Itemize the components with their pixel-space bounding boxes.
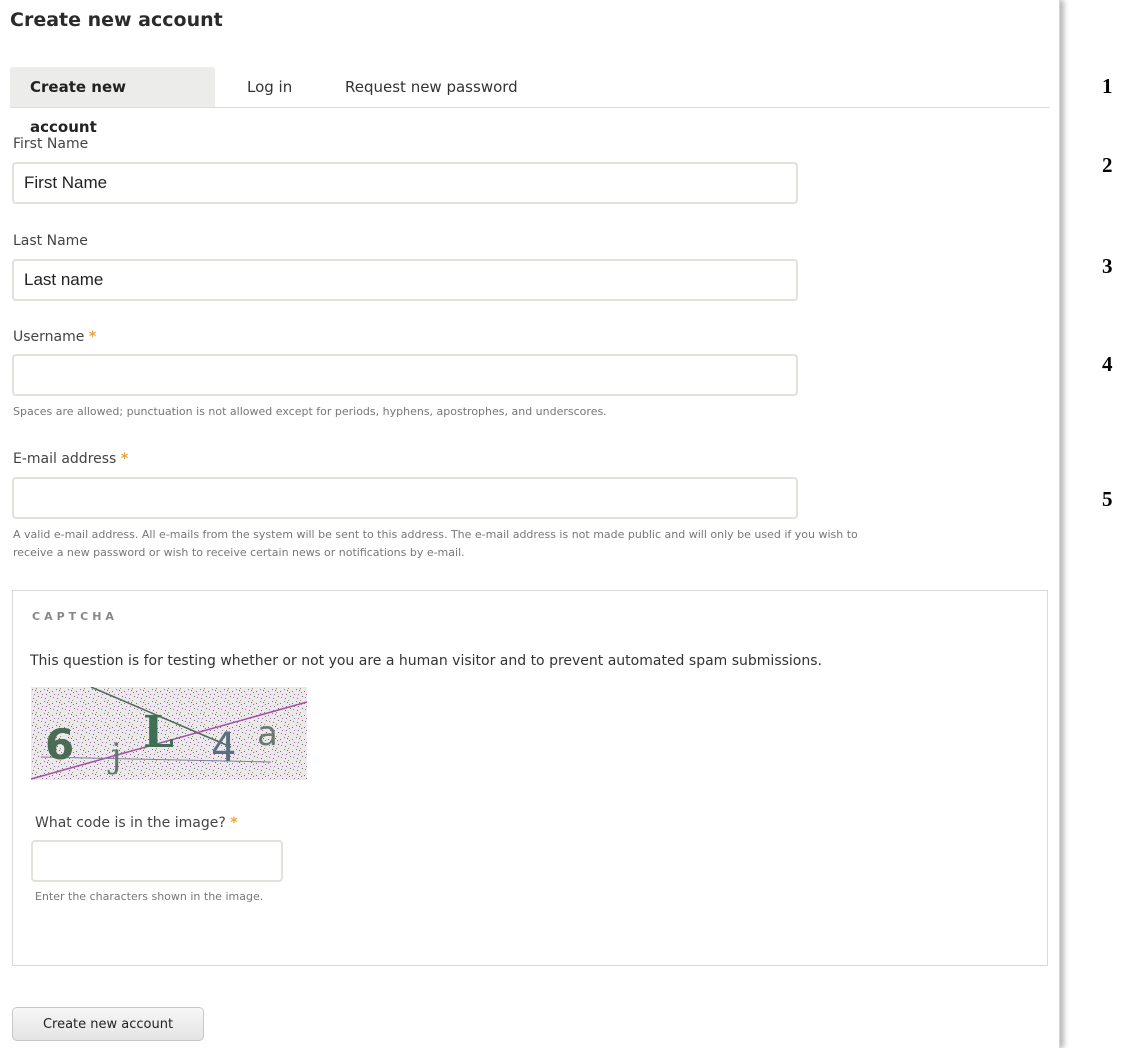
last-name-field[interactable] — [12, 259, 798, 301]
email-field[interactable] — [12, 477, 798, 519]
tab-bar: Create new account Log in Request new pa… — [10, 67, 1050, 136]
side-number: 5 — [1102, 487, 1113, 511]
captcha-answer-field[interactable] — [31, 840, 283, 882]
username-description: Spaces are allowed; punctuation is not a… — [13, 405, 607, 418]
captcha-question-label: What code is in the image? * — [35, 815, 238, 831]
tab-request-new-password[interactable]: Request new password — [325, 67, 538, 107]
captcha-description: This question is for testing whether or … — [30, 653, 822, 669]
tab-log-in[interactable]: Log in — [227, 67, 312, 107]
side-number: 2 — [1102, 153, 1113, 177]
captcha-fieldset: CAPTCHA This question is for testing whe… — [12, 590, 1048, 966]
tab-create-new-account[interactable]: Create new account — [10, 67, 215, 136]
captcha-question-text: What code is in the image? — [35, 815, 226, 831]
last-name-label: Last Name — [13, 233, 88, 249]
email-description-line: receive a new password or wish to receiv… — [13, 546, 465, 559]
captcha-glyph: 6 — [45, 720, 74, 769]
side-number: 3 — [1102, 254, 1113, 278]
username-label-text: Username — [13, 329, 85, 345]
captcha-legend: CAPTCHA — [32, 610, 118, 623]
email-label: E-mail address * — [13, 451, 128, 467]
side-number: 4 — [1102, 352, 1113, 376]
required-marker: * — [120, 451, 129, 467]
form-panel: Create new account Create new account Lo… — [0, 0, 1060, 1048]
required-marker: * — [230, 815, 238, 831]
captcha-glyph: L — [143, 707, 174, 758]
captcha-glyph: a — [257, 714, 278, 754]
username-label: Username * — [13, 329, 96, 345]
email-description-line: A valid e-mail address. All e-mails from… — [13, 528, 858, 541]
captcha-glyph: 4 — [211, 725, 236, 771]
first-name-field[interactable] — [12, 162, 798, 204]
create-account-button[interactable]: Create new account — [12, 1007, 204, 1041]
required-marker: * — [88, 329, 97, 345]
captcha-image: 6 j L 4 a — [31, 687, 307, 780]
first-name-label: First Name — [13, 136, 89, 152]
email-label-text: E-mail address — [13, 451, 117, 467]
username-field[interactable] — [12, 354, 798, 396]
captcha-help: Enter the characters shown in the image. — [35, 890, 264, 903]
side-number: 1 — [1102, 74, 1113, 98]
page-title: Create new account — [10, 9, 223, 31]
email-description: A valid e-mail address. All e-mails from… — [13, 526, 1043, 562]
